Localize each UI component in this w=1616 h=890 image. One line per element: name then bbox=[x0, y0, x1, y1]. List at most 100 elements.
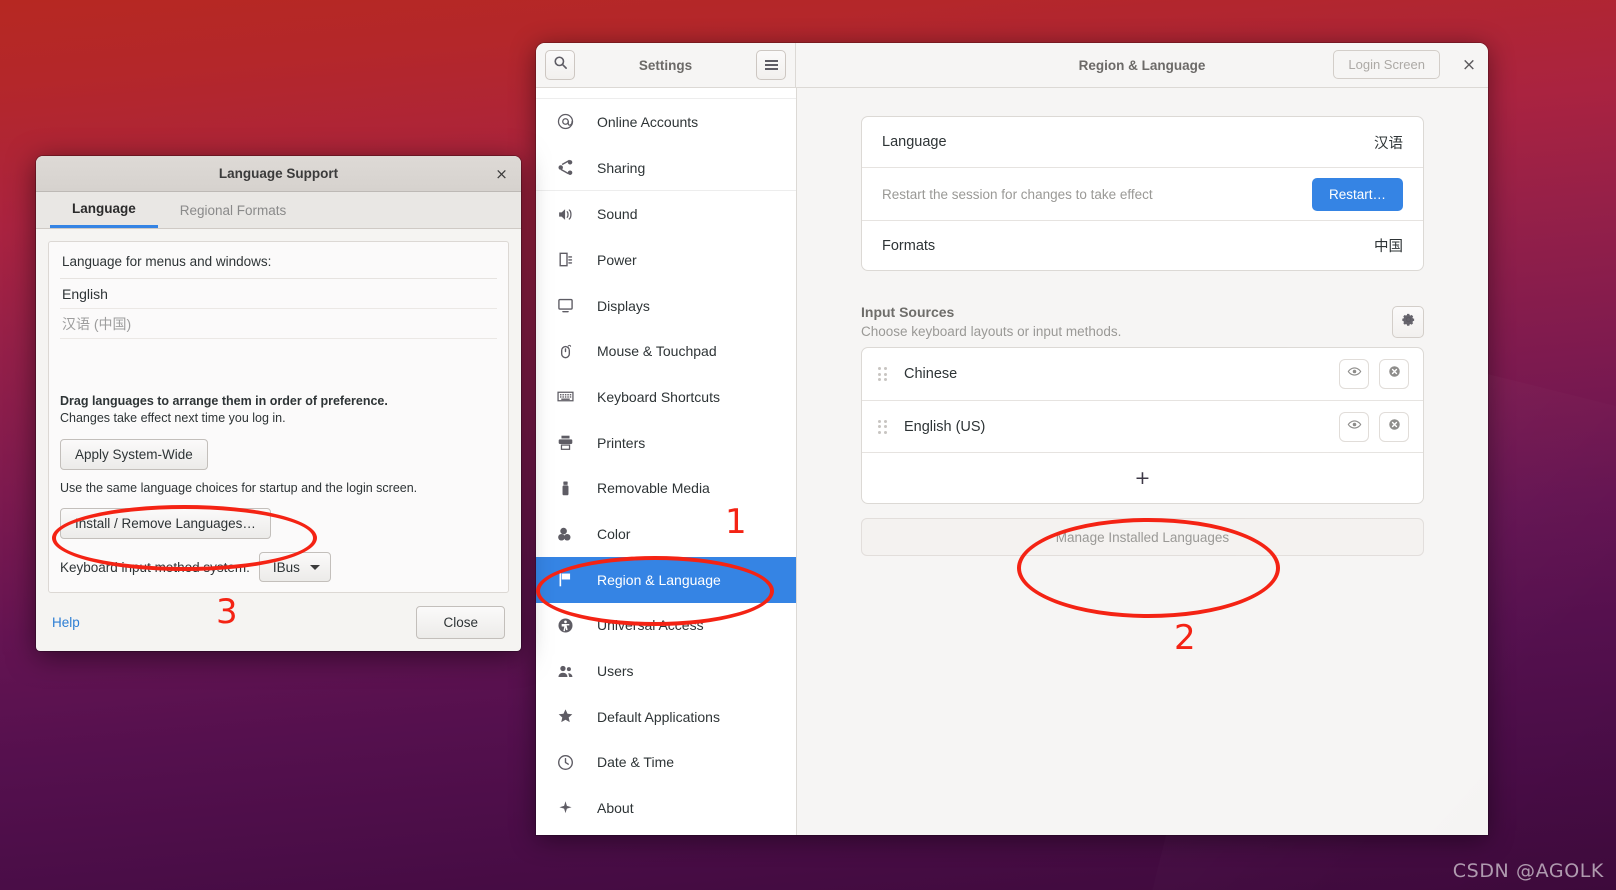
sidebar-item-mouse-touchpad[interactable]: Mouse & Touchpad bbox=[536, 328, 796, 374]
settings-body: Online Accounts Sharing Sound Power Disp… bbox=[536, 88, 1488, 835]
drag-handle-icon[interactable] bbox=[878, 419, 888, 434]
language-dialog-title: Language Support bbox=[218, 166, 339, 181]
sidebar-item-region-language[interactable]: Region & Language bbox=[536, 556, 796, 603]
input-source-row[interactable]: Chinese bbox=[862, 348, 1423, 400]
sidebar-item-users[interactable]: Users bbox=[536, 648, 796, 694]
sidebar-item-default-applications[interactable]: Default Applications bbox=[536, 694, 796, 740]
sparkle-icon bbox=[557, 800, 583, 817]
search-button[interactable] bbox=[545, 50, 575, 80]
keyboard-icon bbox=[557, 388, 583, 405]
clock-icon bbox=[557, 754, 583, 771]
desktop-background: Settings Region & Language Login Screen … bbox=[0, 0, 1616, 890]
eye-icon bbox=[1347, 364, 1362, 384]
language-list-empty-space bbox=[60, 339, 497, 390]
sidebar-item-label: Online Accounts bbox=[597, 113, 699, 130]
tab-regional-formats[interactable]: Regional Formats bbox=[158, 192, 309, 228]
input-sources-card: Chinese English (US) + bbox=[861, 347, 1424, 504]
usb-drive-icon bbox=[557, 480, 583, 497]
sidebar-item-label: Sharing bbox=[597, 159, 646, 176]
manage-installed-languages-button[interactable]: Manage Installed Languages bbox=[861, 518, 1424, 556]
sidebar-scroll-clipped-item bbox=[536, 88, 796, 99]
preview-layout-button[interactable] bbox=[1339, 359, 1369, 389]
remove-circle-icon bbox=[1387, 417, 1402, 437]
drag-hint-normal: Changes take effect next time you log in… bbox=[60, 411, 286, 425]
sidebar-item-printers[interactable]: Printers bbox=[536, 420, 796, 466]
sidebar-item-label: Users bbox=[597, 663, 634, 680]
chevron-down-icon bbox=[309, 564, 320, 570]
sidebar-item-sharing[interactable]: Sharing bbox=[536, 145, 796, 191]
formats-row[interactable]: Formats 中国 bbox=[862, 220, 1423, 270]
close-button[interactable]: Close bbox=[416, 605, 505, 639]
sidebar-item-label: Universal Access bbox=[597, 617, 704, 634]
remove-input-source-button[interactable] bbox=[1379, 359, 1409, 389]
language-support-dialog: Language Support × Language Regional For… bbox=[36, 156, 521, 651]
keyboard-input-method-row: Keyboard input method system: IBus bbox=[60, 552, 497, 582]
input-source-name: Chinese bbox=[904, 366, 958, 382]
close-icon[interactable]: × bbox=[492, 164, 511, 183]
help-link[interactable]: Help bbox=[52, 615, 80, 630]
input-sources-options-button[interactable] bbox=[1392, 306, 1424, 338]
formats-label: Formats bbox=[882, 237, 936, 254]
accessibility-icon bbox=[557, 617, 583, 634]
main-menu-button[interactable] bbox=[756, 50, 786, 80]
restart-button[interactable]: Restart… bbox=[1311, 177, 1403, 211]
input-source-row[interactable]: English (US) bbox=[862, 400, 1423, 452]
sidebar-item-label: Keyboard Shortcuts bbox=[597, 388, 720, 405]
drag-handle-icon[interactable] bbox=[878, 367, 888, 381]
input-sources-title: Input Sources bbox=[861, 304, 955, 320]
login-screen-button[interactable]: Login Screen bbox=[1333, 50, 1440, 79]
sidebar-item-date-time[interactable]: Date & Time bbox=[536, 740, 796, 786]
sidebar-item-label: Removable Media bbox=[597, 480, 710, 497]
sidebar-item-label: Displays bbox=[597, 297, 650, 314]
sidebar-item-label: Date & Time bbox=[597, 754, 675, 771]
list-item[interactable]: 汉语 (中国) bbox=[60, 309, 497, 339]
sidebar-headerbar: Settings bbox=[536, 43, 796, 87]
remove-input-source-button[interactable] bbox=[1379, 411, 1409, 442]
content-headerbar: Region & Language Login Screen × bbox=[796, 43, 1488, 87]
language-value: 汉语 bbox=[1374, 135, 1403, 152]
close-icon[interactable]: × bbox=[1456, 52, 1482, 78]
add-input-source-button[interactable]: + bbox=[862, 452, 1423, 503]
search-icon bbox=[553, 55, 568, 75]
sidebar-item-displays[interactable]: Displays bbox=[536, 283, 796, 329]
sidebar-item-about[interactable]: About bbox=[536, 785, 796, 831]
sidebar-item-sound[interactable]: Sound bbox=[536, 191, 796, 237]
sidebar-item-removable-media[interactable]: Removable Media bbox=[536, 466, 796, 512]
restart-hint: Restart the session for changes to take … bbox=[882, 186, 1153, 202]
input-sources-header: Input Sources Choose keyboard layouts or… bbox=[861, 304, 1424, 339]
list-item[interactable]: English bbox=[60, 279, 497, 309]
keyboard-input-method-select[interactable]: IBus bbox=[258, 552, 331, 582]
language-label: Language bbox=[882, 134, 947, 150]
preview-layout-button[interactable] bbox=[1339, 411, 1369, 442]
sidebar-item-color[interactable]: Color bbox=[536, 511, 796, 557]
input-source-name: English (US) bbox=[904, 418, 986, 435]
sidebar-item-power[interactable]: Power bbox=[536, 237, 796, 283]
sidebar-item-label: Color bbox=[597, 526, 631, 543]
language-row[interactable]: Language 汉语 bbox=[862, 117, 1423, 167]
apply-system-wide-button[interactable]: Apply System-Wide bbox=[60, 439, 208, 470]
install-remove-languages-button[interactable]: Install / Remove Languages… bbox=[60, 508, 271, 539]
tab-language[interactable]: Language bbox=[50, 192, 158, 228]
share-nodes-icon bbox=[557, 159, 583, 176]
settings-headerbar: Settings Region & Language Login Screen … bbox=[536, 43, 1488, 88]
keyboard-input-method-label: Keyboard input method system: bbox=[60, 559, 250, 575]
sidebar-item-keyboard-shortcuts[interactable]: Keyboard Shortcuts bbox=[536, 374, 796, 420]
sidebar-item-universal-access[interactable]: Universal Access bbox=[536, 603, 796, 649]
keyboard-input-method-value: IBus bbox=[272, 559, 300, 575]
gear-icon bbox=[1401, 312, 1416, 332]
sidebar-item-label: Sound bbox=[597, 206, 638, 223]
formats-value: 中国 bbox=[1374, 239, 1403, 255]
sidebar-item-label: Region & Language bbox=[597, 571, 721, 588]
language-tab-page: Language for menus and windows: English … bbox=[48, 241, 509, 593]
speaker-icon bbox=[557, 206, 583, 223]
settings-sidebar: Online Accounts Sharing Sound Power Disp… bbox=[536, 88, 797, 835]
input-sources-subtitle: Choose keyboard layouts or input methods… bbox=[861, 324, 1122, 339]
flag-icon bbox=[557, 571, 583, 588]
watermark: CSDN @AGOLK bbox=[1452, 860, 1604, 882]
settings-title: Settings bbox=[638, 57, 693, 73]
monitor-icon bbox=[557, 297, 583, 314]
sidebar-item-online-accounts[interactable]: Online Accounts bbox=[536, 99, 796, 145]
region-language-panel: Language 汉语 Restart the session for chan… bbox=[797, 88, 1488, 835]
sidebar-item-label: Mouse & Touchpad bbox=[597, 343, 717, 360]
remove-circle-icon bbox=[1387, 364, 1402, 384]
